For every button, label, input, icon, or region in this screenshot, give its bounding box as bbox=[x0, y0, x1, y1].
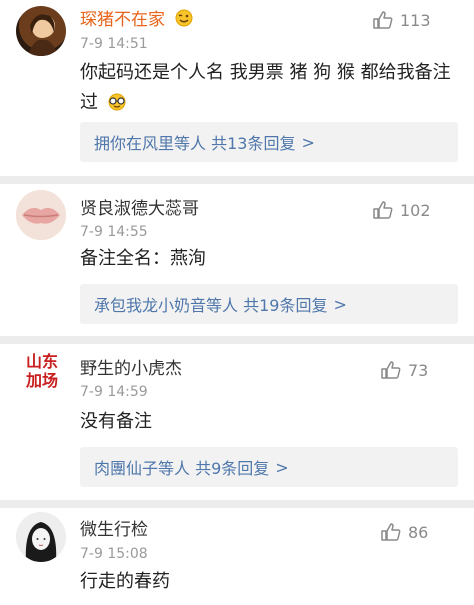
like-count: 102 bbox=[400, 200, 431, 220]
like-button[interactable]: 113 bbox=[372, 10, 431, 30]
divider bbox=[0, 176, 474, 184]
comment-text: 行走的春药 bbox=[80, 571, 170, 592]
thumbs-up-icon bbox=[381, 523, 401, 541]
thumbs-up-icon bbox=[381, 361, 401, 379]
like-button[interactable]: 102 bbox=[372, 200, 431, 220]
like-count: 73 bbox=[408, 360, 429, 380]
like-count: 86 bbox=[408, 522, 429, 542]
thumbs-up-icon bbox=[373, 11, 393, 29]
divider bbox=[0, 336, 474, 344]
avatar[interactable]: 山东 加场 bbox=[14, 352, 70, 390]
like-button[interactable]: 86 bbox=[380, 522, 428, 542]
avatar-lips-icon bbox=[16, 190, 66, 240]
replies-link[interactable]: 拥你在风里等人 共13条回复 > bbox=[80, 122, 458, 162]
chevron-right-icon: > bbox=[301, 132, 315, 152]
replies-label: 拥你在风里等人 共13条回复 bbox=[94, 134, 296, 153]
avatar[interactable] bbox=[16, 6, 66, 56]
username[interactable]: 贤良淑德大蕊哥 bbox=[80, 198, 199, 220]
username[interactable]: 野生的小虎杰 bbox=[80, 358, 182, 380]
username[interactable]: 琛猪不在家 bbox=[80, 8, 194, 34]
timestamp: 7-9 15:08 bbox=[80, 546, 148, 562]
replies-link[interactable]: 肉團仙子等人 共9条回复 > bbox=[80, 447, 458, 487]
chevron-right-icon: > bbox=[333, 294, 347, 314]
avatar-text-line2: 加场 bbox=[25, 371, 58, 390]
avatar[interactable] bbox=[16, 512, 66, 562]
thumbs-up-icon bbox=[373, 201, 393, 219]
replies-label: 承包我龙小奶音等人 共19条回复 bbox=[94, 296, 328, 315]
chevron-right-icon: > bbox=[275, 457, 289, 477]
comment-text: 没有备注 bbox=[80, 411, 152, 432]
timestamp: 7-9 14:55 bbox=[80, 224, 148, 240]
divider bbox=[0, 500, 474, 508]
emoji-wink-icon bbox=[174, 8, 194, 34]
timestamp: 7-9 14:51 bbox=[80, 36, 148, 52]
username[interactable]: 微生行检 bbox=[80, 519, 148, 541]
avatar-text-line1: 山东 bbox=[25, 352, 58, 371]
avatar[interactable] bbox=[16, 190, 66, 240]
like-count: 113 bbox=[400, 10, 431, 30]
username-text[interactable]: 琛猪不在家 bbox=[80, 10, 165, 30]
avatar-sketch-girl-icon bbox=[16, 512, 66, 562]
replies-link[interactable]: 承包我龙小奶音等人 共19条回复 > bbox=[80, 284, 458, 324]
avatar-portrait-icon bbox=[28, 14, 58, 56]
timestamp: 7-9 14:59 bbox=[80, 384, 148, 400]
emoji-nerd-glasses-icon bbox=[106, 92, 128, 122]
comment-text: 备注全名：燕洵 bbox=[80, 248, 206, 269]
replies-label: 肉團仙子等人 共9条回复 bbox=[94, 459, 270, 478]
like-button[interactable]: 73 bbox=[380, 360, 428, 380]
comment-text: 你起码还是个人名 我男票 猪 狗 猴 都给我备注过 bbox=[80, 58, 460, 122]
